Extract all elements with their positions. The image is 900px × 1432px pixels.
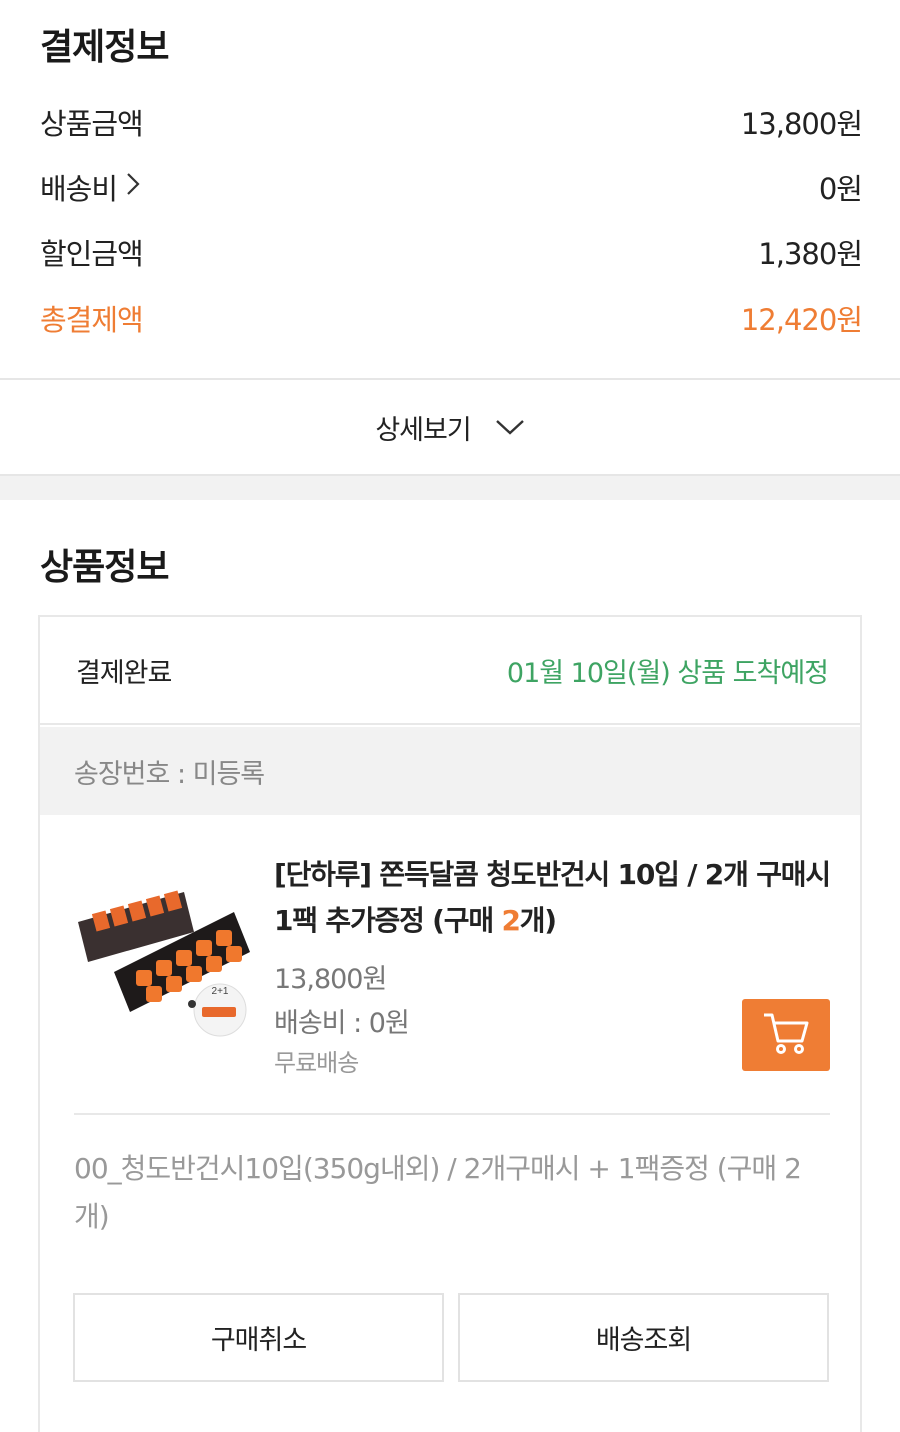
product-title[interactable]: [단하루] 쫀득달콤 청도반건시 10입 / 2개 구매시 1팩 추가증정 (구… — [274, 852, 834, 944]
payment-info-title: 결제정보 — [40, 27, 169, 68]
product-shipping-fee: 배송비 : 0원 — [274, 1008, 410, 1039]
product-amount-value: 13,800원 — [740, 107, 863, 141]
product-option: 00_청도반건시10입(350g내외) / 2개구매시 + 1팩증정 (구매 2… — [74, 1152, 802, 1233]
product-info-title: 상품정보 — [40, 547, 169, 588]
cancel-purchase-button[interactable]: 구매취소 — [73, 1293, 444, 1382]
payment-info-section: 결제정보 상품금액 13,800원 배송비 0원 할인금액 1,380원 총결제… — [0, 0, 900, 378]
discount-amount-row: 할인금액 1,380원 — [40, 230, 863, 274]
product-title-suffix: 개) — [519, 904, 557, 937]
cart-icon — [762, 1011, 810, 1059]
total-payment-row: 총결제액 12,420원 — [40, 296, 863, 340]
shipping-fee-row[interactable]: 배송비 0원 — [40, 165, 863, 209]
product-price: 13,800원 — [274, 964, 387, 995]
divider — [74, 1113, 830, 1115]
discount-amount-value: 1,380원 — [758, 237, 863, 271]
chevron-right-icon — [125, 170, 141, 204]
product-amount-row: 상품금액 13,800원 — [40, 100, 863, 144]
discount-amount-label: 할인금액 — [40, 237, 144, 271]
chevron-down-icon — [495, 412, 525, 443]
add-to-cart-button[interactable] — [742, 999, 830, 1071]
invoice-number: 송장번호 : 미등록 — [40, 727, 860, 815]
order-product-card: 결제완료 01월 10일(월) 상품 도착예정 송장번호 : 미등록 2+1 [… — [38, 615, 862, 1432]
total-payment-label: 총결제액 — [40, 303, 144, 337]
detail-view-label: 상세보기 — [375, 414, 471, 446]
payment-status: 결제완료 — [76, 657, 172, 689]
shipping-fee-label: 배송비 — [40, 172, 118, 206]
free-shipping-label: 무료배송 — [274, 1049, 359, 1077]
detail-view-toggle[interactable]: 상세보기 — [0, 380, 900, 474]
total-payment-value: 12,420원 — [740, 303, 863, 337]
product-amount-label: 상품금액 — [40, 107, 144, 141]
thumb-badge-text: 2+1 — [212, 986, 229, 997]
shipping-fee-label-wrap[interactable]: 배송비 — [40, 166, 141, 208]
track-delivery-button[interactable]: 배송조회 — [458, 1293, 829, 1382]
arrival-date: 01월 10일(월) 상품 도착예정 — [506, 657, 829, 689]
product-quantity: 2 — [501, 904, 521, 937]
product-thumbnail[interactable]: 2+1 — [74, 862, 250, 1038]
order-status-row: 결제완료 01월 10일(월) 상품 도착예정 — [40, 617, 860, 725]
section-separator — [0, 476, 900, 500]
shipping-fee-value: 0원 — [818, 172, 863, 206]
